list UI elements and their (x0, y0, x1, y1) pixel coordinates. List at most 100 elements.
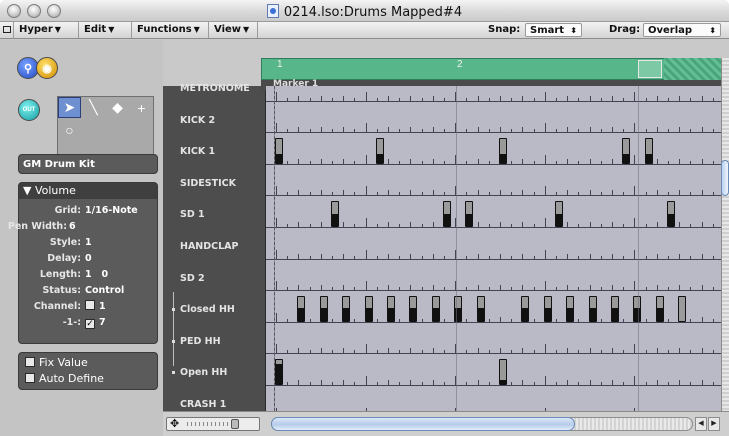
param-status[interactable]: Status: Control (19, 283, 157, 298)
grid-tick (712, 224, 714, 227)
title-bar[interactable]: 0214.lso:Drums Mapped#4 (0, 0, 729, 22)
drum-note[interactable] (655, 296, 664, 322)
scroll-right-button[interactable]: ▶ (708, 417, 720, 431)
drum-note[interactable] (622, 138, 631, 164)
grid-tick (623, 382, 625, 385)
menu-hyper-label: Hyper (19, 24, 53, 35)
drum-note[interactable] (275, 359, 283, 385)
scroll-left-button[interactable]: ◀ (695, 417, 707, 431)
checked-checkbox-icon[interactable]: ✓ (85, 319, 95, 329)
drum-note[interactable] (644, 138, 653, 164)
drum-note[interactable] (465, 201, 474, 227)
param-number[interactable]: -1-: ✓ 7 (19, 315, 157, 330)
drum-note[interactable] (319, 296, 328, 322)
grid-tick (623, 350, 625, 354)
param-grid[interactable]: Grid: 1/16-Note (19, 203, 157, 218)
crosshair-tool[interactable]: + (130, 97, 153, 118)
param-style[interactable]: Style: 1 (19, 235, 157, 250)
auto-define-option[interactable]: Auto Define (25, 372, 104, 385)
horizontal-scroll-thumb[interactable] (271, 417, 575, 431)
param-length[interactable]: Length: 1 0 (19, 267, 157, 282)
checkbox-icon[interactable] (25, 357, 35, 367)
menu-functions[interactable]: Functions ▼ (133, 22, 209, 38)
drag-select[interactable]: Overlap ⬍ (643, 23, 721, 37)
cycle-end-handle[interactable] (638, 60, 662, 78)
grid-tick (287, 224, 289, 227)
vertical-scrollbar[interactable] (721, 58, 729, 411)
window-title-text: 0214.lso:Drums Mapped#4 (283, 5, 463, 20)
drum-note[interactable] (499, 138, 507, 164)
instrument-row-label[interactable]: SD 1 (180, 199, 266, 231)
param-channel[interactable]: Channel: 1 (19, 299, 157, 314)
eraser-tool[interactable]: ◆ (106, 97, 129, 118)
menu-edit[interactable]: Edit ▼ (80, 22, 132, 38)
param-value: 1 (85, 237, 92, 248)
drum-note[interactable] (342, 296, 351, 322)
drum-grid[interactable] (266, 86, 721, 411)
pointer-tool[interactable]: ➤ (58, 97, 81, 118)
grid-tick (533, 224, 535, 227)
grid-tick (332, 255, 333, 259)
menu-view[interactable]: View ▼ (210, 22, 258, 38)
note-velocity-empty (466, 202, 473, 215)
snap-select[interactable]: Smart ⬍ (525, 23, 582, 37)
grid-tick (488, 318, 490, 322)
drum-note[interactable] (443, 201, 451, 227)
grid-tick (500, 348, 501, 354)
catch-button[interactable]: ◉ (36, 57, 58, 79)
drum-note[interactable] (409, 296, 418, 322)
drum-note[interactable] (331, 201, 339, 227)
pencil-tool[interactable]: ╲ (82, 97, 105, 118)
window-toggle-button[interactable] (0, 22, 14, 38)
grid-tick (612, 127, 613, 133)
instrument-row-label[interactable]: HANDCLAP (180, 231, 266, 263)
drum-note[interactable] (476, 296, 485, 322)
drum-note[interactable] (521, 296, 530, 322)
param-delay[interactable]: Delay: 0 (19, 251, 157, 266)
drum-note[interactable] (588, 296, 597, 322)
grid-tick (477, 348, 479, 354)
bar-number: 2 (457, 59, 463, 70)
instrument-row-label[interactable]: SIDESTICK (180, 168, 266, 200)
param-key: Delay: (47, 253, 81, 264)
grid-tick (578, 287, 580, 291)
drum-note[interactable] (375, 138, 384, 164)
checkbox-icon[interactable] (25, 373, 35, 383)
drum-note[interactable] (364, 296, 373, 322)
zoom-slider-knob[interactable] (231, 419, 239, 429)
checkbox-icon[interactable] (85, 300, 95, 310)
drum-note[interactable] (297, 296, 306, 322)
zoom-slider[interactable]: ✥ (166, 417, 260, 431)
midi-out-button[interactable]: OUT (18, 99, 40, 121)
vertical-scroll-thumb[interactable] (721, 160, 729, 196)
instrument-name-box[interactable]: GM Drum Kit (18, 154, 158, 174)
drum-note[interactable] (499, 359, 507, 385)
param-pen-width[interactable]: Pen Width: 6 (8, 219, 157, 234)
local-menu-bar: Hyper ▼ Edit ▼ Functions ▼ View ▼ Snap: Smar… (0, 22, 729, 39)
grid-tick (466, 382, 468, 385)
drum-note[interactable] (431, 296, 440, 322)
menu-hyper[interactable]: Hyper ▼ (15, 22, 79, 38)
instrument-row-label[interactable]: SD 2 (180, 263, 266, 295)
parameter-header[interactable]: ▼ Volume (19, 183, 157, 199)
zoom-tool[interactable]: ○ (58, 119, 81, 140)
arrow-left-icon: ◀ (698, 420, 704, 427)
instrument-row-label[interactable]: KICK 1 (180, 136, 266, 168)
bar-ruler[interactable]: 1 2 Marker 1 (261, 58, 721, 90)
drum-note[interactable] (667, 201, 675, 227)
instrument-row-label[interactable]: Open HH (172, 357, 266, 389)
drum-note[interactable] (387, 296, 395, 322)
drum-note[interactable] (275, 138, 283, 164)
instrument-row-label[interactable]: PED HH (172, 326, 266, 358)
drum-note[interactable] (555, 201, 563, 227)
drum-note[interactable] (543, 296, 552, 322)
grid-tick (567, 222, 569, 227)
instrument-row-label[interactable]: Closed HH (172, 294, 266, 326)
drum-note[interactable] (678, 296, 687, 322)
fix-value-option[interactable]: Fix Value (25, 356, 88, 369)
grid-tick (612, 380, 613, 385)
drum-note[interactable] (566, 296, 575, 322)
instrument-row-label[interactable]: KICK 2 (180, 105, 266, 137)
drum-note[interactable] (611, 296, 619, 322)
instrument-row-label[interactable]: METRONOME (180, 73, 266, 105)
